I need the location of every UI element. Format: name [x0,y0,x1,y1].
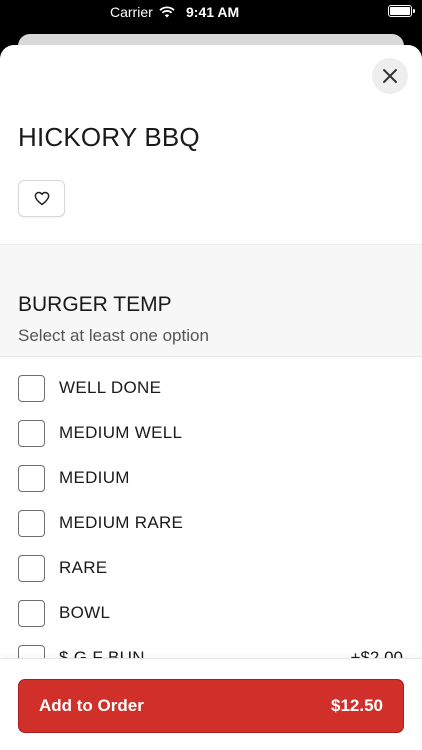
checkbox[interactable] [18,510,45,537]
option-medium[interactable]: MEDIUM [0,456,422,501]
item-modal-sheet: HICKORY BBQ BURGER TEMP Select at least … [0,45,422,750]
option-label: MEDIUM WELL [59,423,183,442]
status-bar: Carrier 9:41 AM [0,0,422,24]
carrier-label: Carrier [110,4,153,20]
close-icon [383,69,397,83]
option-well-done[interactable]: WELL DONE [0,366,422,411]
checkbox[interactable] [18,555,45,582]
close-button[interactable] [372,58,408,94]
favorite-button[interactable] [18,180,65,217]
order-total: $12.50 [331,696,383,715]
checkbox[interactable] [18,600,45,627]
checkbox[interactable] [18,375,45,402]
heart-icon [34,191,49,206]
option-label: RARE [59,558,108,577]
order-footer: Add to Order $12.50 [0,658,422,750]
option-bowl[interactable]: BOWL [0,591,422,636]
status-carrier-group: Carrier [110,4,175,20]
status-time: 9:41 AM [186,4,240,20]
option-label: BOWL [59,603,111,622]
options-list: WELL DONE MEDIUM WELL MEDIUM MEDIUM RARE… [0,366,422,681]
option-label: MEDIUM RARE [59,513,184,532]
modifier-section-header: BURGER TEMP Select at least one option [0,244,422,357]
section-title: BURGER TEMP [18,293,172,316]
battery-icon [388,5,415,17]
option-label: MEDIUM [59,468,130,487]
add-to-order-label: Add to Order [39,696,144,715]
option-rare[interactable]: RARE [0,546,422,591]
option-medium-well[interactable]: MEDIUM WELL [0,411,422,456]
section-subtitle: Select at least one option [18,326,209,345]
item-title: HICKORY BBQ [18,122,200,152]
checkbox[interactable] [18,420,45,447]
add-to-order-button[interactable]: Add to Order $12.50 [18,679,404,733]
wifi-icon [159,6,175,18]
checkbox[interactable] [18,465,45,492]
option-medium-rare[interactable]: MEDIUM RARE [0,501,422,546]
option-label: WELL DONE [59,378,162,397]
